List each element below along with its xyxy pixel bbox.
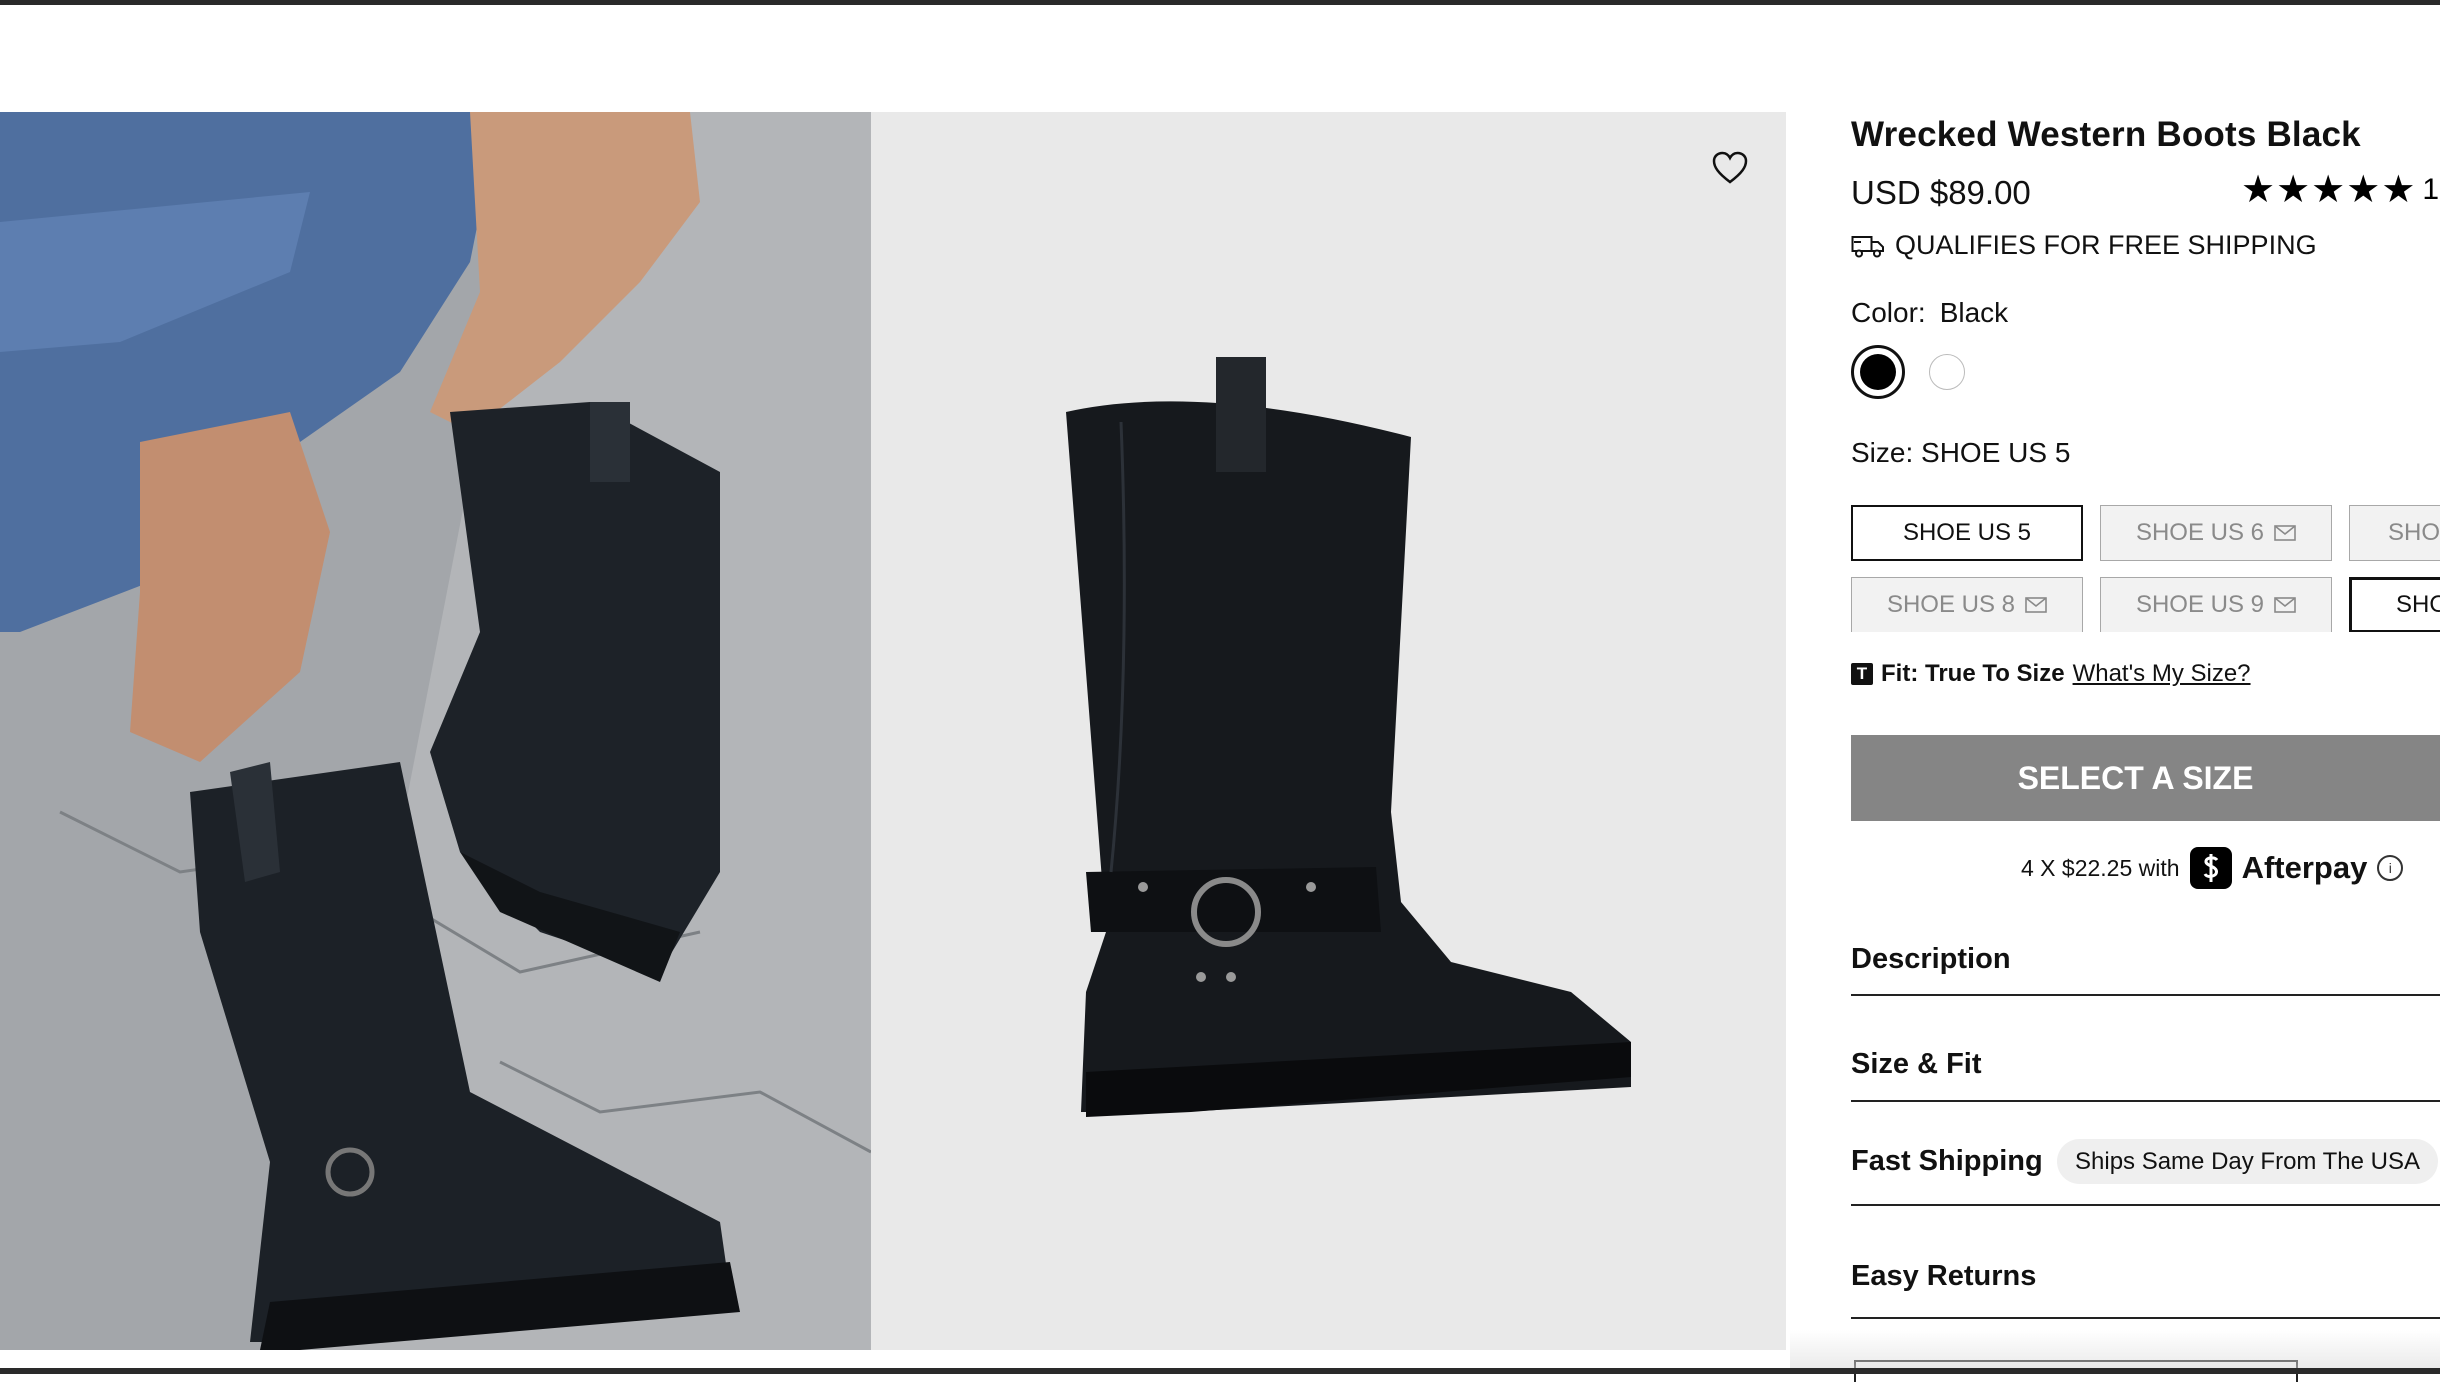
whats-my-size-link[interactable]: What's My Size? bbox=[2073, 660, 2251, 688]
size-option[interactable]: SHO bbox=[2349, 577, 2440, 632]
lifestyle-photo-illustration bbox=[0, 112, 871, 1350]
boot-photo-illustration bbox=[1066, 357, 1631, 1117]
size-option[interactable]: SHOE US 5 bbox=[1851, 505, 2083, 561]
size-label: Size: SHOE US 5 bbox=[1851, 437, 2071, 468]
bottom-fade bbox=[1790, 1330, 2440, 1370]
wishlist-button[interactable] bbox=[1710, 148, 1750, 188]
free-shipping-note: QUALIFIES FOR FREE SHIPPING bbox=[1851, 230, 2317, 261]
envelope-icon bbox=[2274, 597, 2296, 613]
product-info-panel: Wrecked Western Boots Black USD $89.00 ★… bbox=[1851, 112, 2440, 1382]
free-shipping-text: QUALIFIES FOR FREE SHIPPING bbox=[1895, 230, 2317, 260]
accordion-description-label: Description bbox=[1851, 943, 2011, 975]
color-value: Black bbox=[1939, 297, 2009, 328]
size-option-label: SHO bbox=[2388, 519, 2440, 546]
star-icon: ★ bbox=[2241, 169, 2276, 211]
accordion-easy-returns[interactable]: Easy Returns bbox=[1851, 1248, 2440, 1319]
fit-info: T Fit: True To Size What's My Size? bbox=[1851, 660, 2251, 688]
rating-stars[interactable]: ★ ★ ★ ★ ★ 1 bbox=[2241, 170, 2439, 210]
product-price: USD $89.00 bbox=[1851, 174, 2031, 211]
bottom-divider bbox=[0, 1368, 2440, 1374]
swatch-fill-white bbox=[1929, 354, 1965, 390]
select-size-button[interactable]: SELECT A SIZE bbox=[1851, 735, 2440, 821]
star-icon: ★ bbox=[2346, 169, 2381, 211]
size-option-label: SHOE US 8 bbox=[1886, 591, 2016, 618]
true-to-size-badge-icon: T bbox=[1851, 663, 1873, 685]
accordion-size-fit-label: Size & Fit bbox=[1851, 1048, 1982, 1080]
product-title: Wrecked Western Boots Black bbox=[1851, 115, 2361, 154]
size-option-label: SHOE US 5 bbox=[1902, 519, 2032, 546]
envelope-icon bbox=[2025, 597, 2047, 613]
heart-icon bbox=[1712, 151, 1748, 184]
swatch-fill-black bbox=[1860, 354, 1896, 390]
accordion-fast-shipping-label: Fast Shipping bbox=[1851, 1145, 2043, 1177]
star-icon: ★ bbox=[2276, 169, 2311, 211]
afterpay-brand: Afterpay bbox=[2241, 850, 2368, 885]
accordion-description[interactable]: Description bbox=[1851, 927, 2440, 996]
truck-icon bbox=[1851, 235, 1884, 257]
dollar-icon bbox=[2203, 854, 2218, 882]
envelope-icon bbox=[2274, 525, 2296, 541]
afterpay-installments[interactable]: 4 X $22.25 with Afterpay i bbox=[2021, 847, 2404, 889]
product-image-main[interactable] bbox=[871, 112, 1786, 1350]
size-option[interactable]: SHOE US 8 bbox=[1851, 577, 2083, 632]
fit-text: Fit: True To Size bbox=[1881, 660, 2065, 687]
accordion-easy-returns-label: Easy Returns bbox=[1851, 1260, 2037, 1292]
size-option[interactable]: SHO bbox=[2349, 505, 2440, 561]
color-swatches bbox=[1851, 345, 1973, 399]
size-grid: SHOE US 5 SHOE US 6 SHO SHOE US 8 SHOE U… bbox=[1851, 492, 2440, 632]
ships-same-day-pill: Ships Same Day From The USA bbox=[2057, 1139, 2439, 1184]
top-divider bbox=[0, 0, 2440, 5]
size-option-label: SHO bbox=[2396, 591, 2440, 618]
select-size-label: SELECT A SIZE bbox=[2017, 759, 2254, 796]
size-option-label: SHOE US 6 bbox=[2135, 519, 2265, 546]
size-option-label: SHOE US 9 bbox=[2135, 591, 2265, 618]
accordion-fast-shipping[interactable]: Fast Shipping Ships Same Day From The US… bbox=[1851, 1135, 2440, 1206]
size-option[interactable]: SHOE US 9 bbox=[2100, 577, 2332, 632]
accordion-size-fit[interactable]: Size & Fit bbox=[1851, 1032, 2440, 1102]
afterpay-logo bbox=[2189, 847, 2232, 889]
size-option[interactable]: SHOE US 6 bbox=[2100, 505, 2332, 561]
color-swatch-black[interactable] bbox=[1851, 345, 1905, 399]
product-image-lifestyle[interactable] bbox=[0, 112, 871, 1350]
color-label: Color: bbox=[1851, 297, 1926, 328]
color-label-row: Color: Black bbox=[1851, 297, 2008, 329]
star-icon: ★ bbox=[2311, 169, 2346, 211]
rating-count: 1 bbox=[2422, 173, 2440, 206]
info-icon[interactable]: i bbox=[2377, 855, 2404, 881]
afterpay-text: 4 X $22.25 with bbox=[2021, 854, 2180, 881]
color-swatch-white[interactable] bbox=[1921, 346, 1973, 398]
star-icon: ★ bbox=[2381, 169, 2416, 211]
